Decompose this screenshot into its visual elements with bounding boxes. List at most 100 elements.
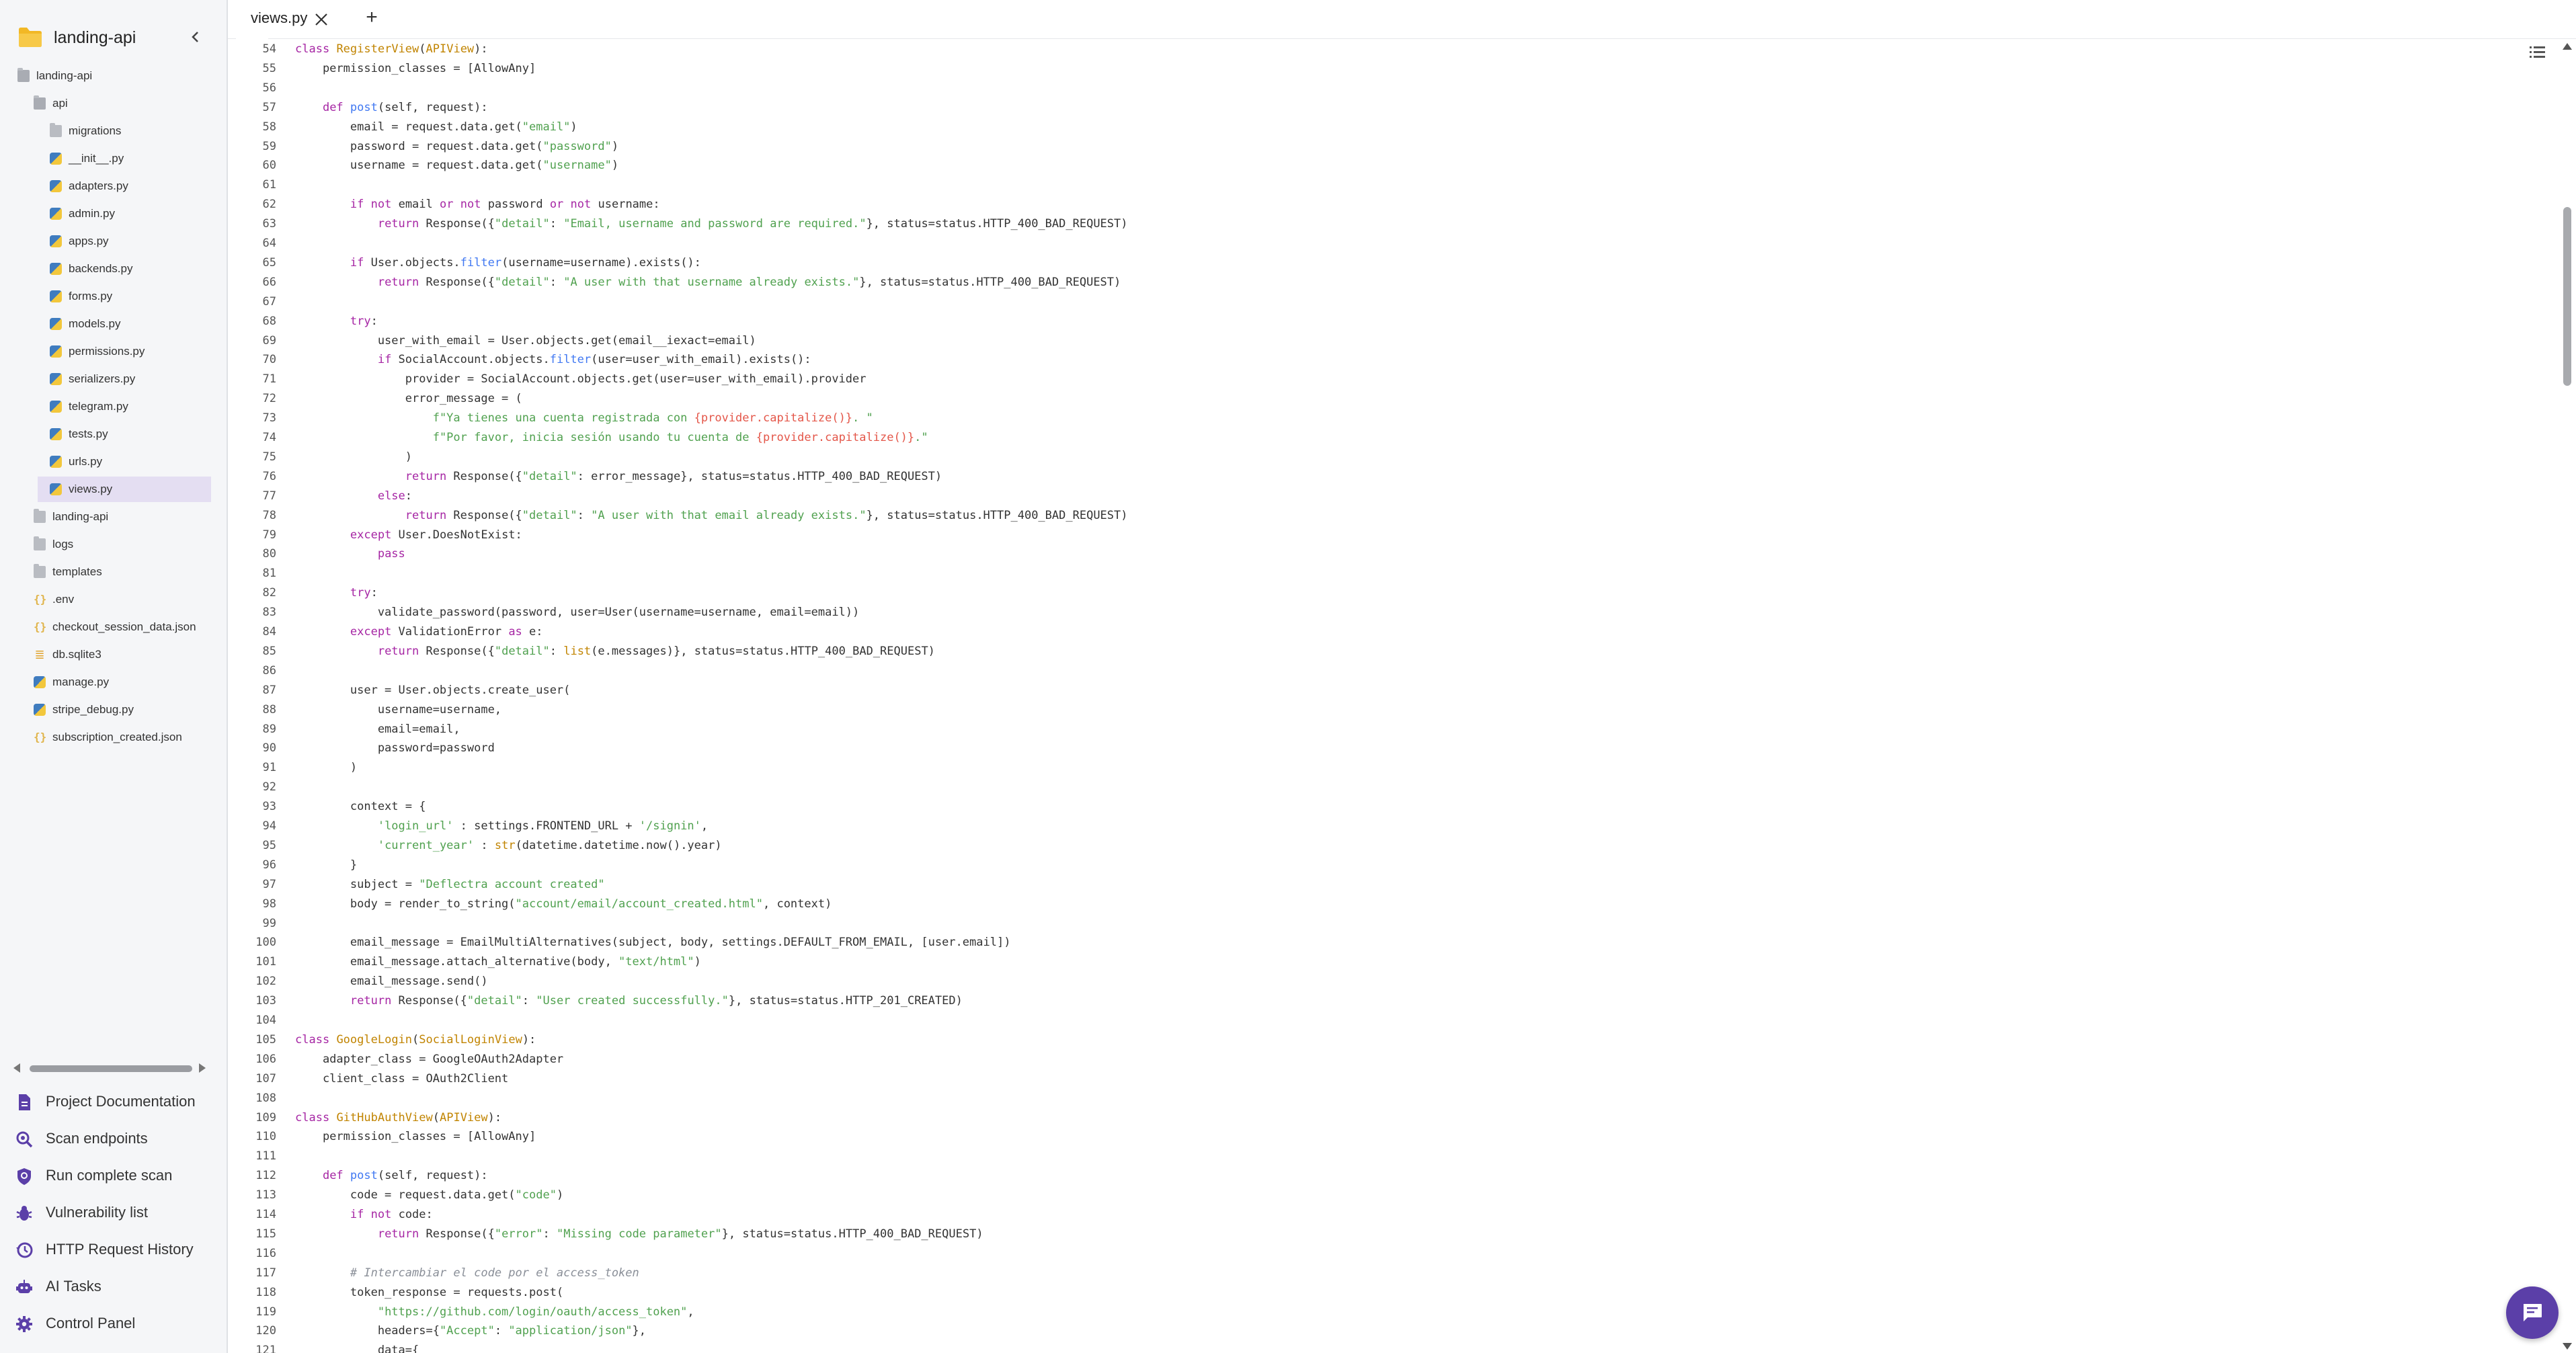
chat-button[interactable] <box>2506 1286 2559 1339</box>
code-line[interactable]: 68 try: <box>228 312 2513 331</box>
scroll-down-arrow-icon[interactable] <box>2563 1343 2572 1350</box>
file-tree-item[interactable]: adapters.py <box>0 173 222 199</box>
code-line[interactable]: 72 error_message = ( <box>228 389 2513 409</box>
menu-item-scan-endpoints[interactable]: Scan endpoints <box>0 1120 227 1157</box>
code-line[interactable]: 88 username=username, <box>228 700 2513 720</box>
tab-views-py[interactable]: views.py <box>236 0 307 39</box>
code-line[interactable]: 104 <box>228 1011 2513 1030</box>
code-line[interactable]: 74 f"Por favor, inicia sesión usando tu … <box>228 428 2513 448</box>
file-tree-item[interactable]: telegram.py <box>0 394 222 419</box>
code-line[interactable]: 116 <box>228 1244 2513 1264</box>
file-tree-item[interactable]: stripe_debug.py <box>0 697 222 723</box>
code-line[interactable]: 71 provider = SocialAccount.objects.get(… <box>228 370 2513 389</box>
code-line[interactable]: 108 <box>228 1089 2513 1108</box>
code-line[interactable]: 82 try: <box>228 583 2513 603</box>
code-line[interactable]: 121 data={ <box>228 1341 2513 1353</box>
file-tree-item[interactable]: migrations <box>0 118 222 144</box>
code-line[interactable]: 102 email_message.send() <box>228 972 2513 991</box>
code-editor[interactable]: 54 class RegisterView(APIView): 55 permiss… <box>228 39 2556 1353</box>
code-line[interactable]: 84 except ValidationError as e: <box>228 622 2513 642</box>
code-line[interactable]: 115 return Response({"error": "Missing c… <box>228 1225 2513 1244</box>
code-line[interactable]: 93 context = { <box>228 797 2513 817</box>
collapse-sidebar-button[interactable] <box>186 26 206 48</box>
code-line[interactable]: 62 if not email or not password or not u… <box>228 195 2513 214</box>
code-line[interactable]: 117 # Intercambiar el code por el access… <box>228 1264 2513 1283</box>
file-tree-item[interactable]: serializers.py <box>0 366 222 392</box>
close-icon[interactable] <box>313 11 330 28</box>
file-tree-item[interactable]: landing-api <box>0 504 222 530</box>
file-tree-item[interactable]: manage.py <box>0 669 222 695</box>
code-line[interactable]: 75 ) <box>228 448 2513 467</box>
code-line[interactable]: 73 f"Ya tienes una cuenta registrada con… <box>228 409 2513 428</box>
code-line[interactable]: 81 <box>228 564 2513 583</box>
editor-vertical-scrollbar[interactable] <box>2559 39 2576 1353</box>
code-line[interactable]: 92 <box>228 778 2513 797</box>
code-line[interactable]: 58 email = request.data.get("email") <box>228 118 2513 137</box>
code-line[interactable]: 98 body = render_to_string("account/emai… <box>228 895 2513 914</box>
code-line[interactable]: 95 'current_year' : str(datetime.datetim… <box>228 836 2513 856</box>
menu-item-ai-tasks[interactable]: AI Tasks <box>0 1268 227 1305</box>
code-line[interactable]: 90 password=password <box>228 739 2513 758</box>
file-tree-item[interactable]: apps.py <box>0 229 222 254</box>
code-line[interactable]: 107 client_class = OAuth2Client <box>228 1069 2513 1089</box>
menu-item-control-panel[interactable]: Control Panel <box>0 1305 227 1342</box>
code-line[interactable]: 105 class GoogleLogin(SocialLoginView): <box>228 1030 2513 1050</box>
code-line[interactable]: 66 return Response({"detail": "A user wi… <box>228 273 2513 292</box>
code-line[interactable]: 87 user = User.objects.create_user( <box>228 681 2513 700</box>
file-tree-item[interactable]: logs <box>0 532 222 557</box>
code-line[interactable]: 64 <box>228 234 2513 253</box>
file-tree-item[interactable]: urls.py <box>0 449 222 475</box>
outline-list-icon[interactable] <box>2529 44 2546 59</box>
code-line[interactable]: 54 class RegisterView(APIView): <box>228 40 2513 59</box>
code-line[interactable]: 60 username = request.data.get("username… <box>228 156 2513 175</box>
file-tree-item[interactable]: ≣ db.sqlite3 <box>0 642 222 667</box>
code-line[interactable]: 76 return Response({"detail": error_mess… <box>228 467 2513 487</box>
code-line[interactable]: 83 validate_password(password, user=User… <box>228 603 2513 622</box>
code-line[interactable]: 78 return Response({"detail": "A user wi… <box>228 506 2513 526</box>
file-tree-item[interactable]: models.py <box>0 311 222 337</box>
add-tab-button[interactable]: + <box>361 5 383 30</box>
code-line[interactable]: 80 pass <box>228 544 2513 564</box>
code-line[interactable]: 67 <box>228 292 2513 312</box>
menu-item-vulnerability-list[interactable]: Vulnerability list <box>0 1194 227 1231</box>
code-line[interactable]: 59 password = request.data.get("password… <box>228 137 2513 157</box>
file-tree-item[interactable]: __init__.py <box>0 146 222 171</box>
menu-item-run-complete-scan[interactable]: Run complete scan <box>0 1157 227 1194</box>
code-line[interactable]: 100 email_message = EmailMultiAlternativ… <box>228 933 2513 952</box>
code-line[interactable]: 91 ) <box>228 758 2513 778</box>
scroll-right-arrow-icon[interactable] <box>199 1063 206 1073</box>
sidebar-horizontal-scrollbar[interactable] <box>9 1061 211 1075</box>
code-line[interactable]: 101 email_message.attach_alternative(bod… <box>228 952 2513 972</box>
file-tree-item[interactable]: forms.py <box>0 284 222 309</box>
code-line[interactable]: 96 } <box>228 856 2513 875</box>
code-line[interactable]: 110 permission_classes = [AllowAny] <box>228 1127 2513 1147</box>
scrollbar-thumb[interactable] <box>30 1065 192 1072</box>
file-tree-item[interactable]: api <box>0 91 222 116</box>
code-line[interactable]: 94 'login_url' : settings.FRONTEND_URL +… <box>228 817 2513 836</box>
code-line[interactable]: 103 return Response({"detail": "User cre… <box>228 991 2513 1011</box>
code-line[interactable]: 85 return Response({"detail": list(e.mes… <box>228 642 2513 661</box>
code-line[interactable]: 63 return Response({"detail": "Email, us… <box>228 214 2513 234</box>
file-tree-item[interactable]: admin.py <box>0 201 222 227</box>
code-line[interactable]: 109 class GitHubAuthView(APIView): <box>228 1108 2513 1128</box>
file-tree-item[interactable]: permissions.py <box>0 339 222 364</box>
code-line[interactable]: 114 if not code: <box>228 1205 2513 1225</box>
code-line[interactable]: 120 headers={"Accept": "application/json… <box>228 1321 2513 1341</box>
code-line[interactable]: 111 <box>228 1147 2513 1166</box>
code-line[interactable]: 113 code = request.data.get("code") <box>228 1186 2513 1205</box>
file-tree-item[interactable]: tests.py <box>0 421 222 447</box>
code-line[interactable]: 56 <box>228 79 2513 98</box>
code-line[interactable]: 61 <box>228 175 2513 195</box>
file-tree-item[interactable]: landing-api <box>0 63 222 89</box>
scroll-left-arrow-icon[interactable] <box>13 1063 20 1073</box>
code-line[interactable]: 89 email=email, <box>228 720 2513 739</box>
code-line[interactable]: 65 if User.objects.filter(username=usern… <box>228 253 2513 273</box>
menu-item-project-documentation[interactable]: Project Documentation <box>0 1083 227 1120</box>
scrollbar-thumb[interactable] <box>2563 207 2571 386</box>
file-tree-item[interactable]: {} .env <box>0 587 222 612</box>
code-line[interactable]: 118 token_response = requests.post( <box>228 1283 2513 1303</box>
code-line[interactable]: 86 <box>228 661 2513 681</box>
file-tree-item[interactable]: {} subscription_created.json <box>0 725 222 750</box>
menu-item-http-request-history[interactable]: HTTP Request History <box>0 1231 227 1268</box>
code-line[interactable]: 57 def post(self, request): <box>228 98 2513 118</box>
